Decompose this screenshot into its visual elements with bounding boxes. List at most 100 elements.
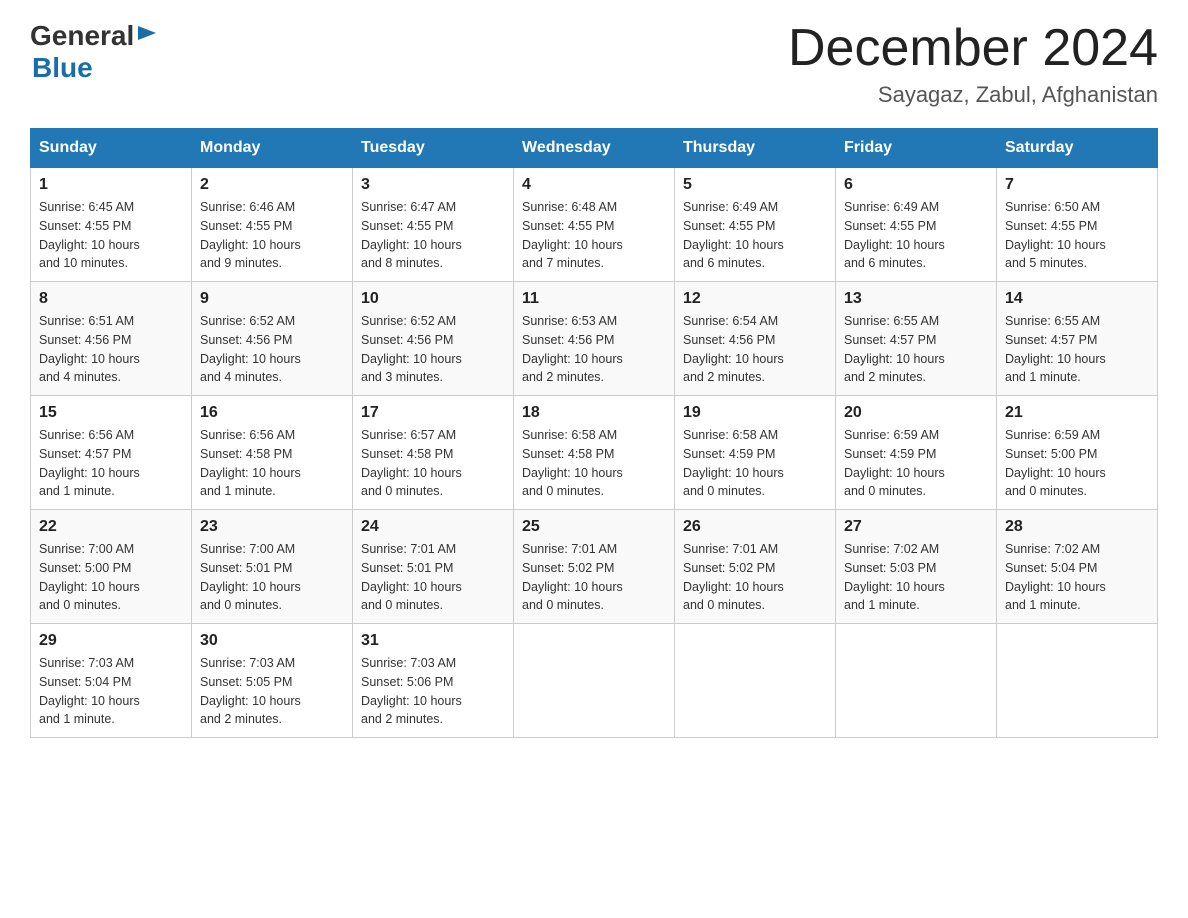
- table-row: 21 Sunrise: 6:59 AMSunset: 5:00 PMDaylig…: [997, 396, 1158, 510]
- day-number: 10: [361, 290, 505, 308]
- day-number: 29: [39, 632, 183, 650]
- location-subtitle: Sayagaz, Zabul, Afghanistan: [788, 82, 1158, 108]
- day-number: 5: [683, 176, 827, 194]
- day-number: 12: [683, 290, 827, 308]
- day-info: Sunrise: 6:56 AMSunset: 4:57 PMDaylight:…: [39, 428, 140, 498]
- day-info: Sunrise: 7:00 AMSunset: 5:00 PMDaylight:…: [39, 542, 140, 612]
- logo: General Blue: [30, 20, 158, 84]
- calendar-week-row: 15 Sunrise: 6:56 AMSunset: 4:57 PMDaylig…: [31, 396, 1158, 510]
- day-info: Sunrise: 7:03 AMSunset: 5:06 PMDaylight:…: [361, 656, 462, 726]
- day-number: 6: [844, 176, 988, 194]
- day-info: Sunrise: 7:03 AMSunset: 5:05 PMDaylight:…: [200, 656, 301, 726]
- day-info: Sunrise: 6:56 AMSunset: 4:58 PMDaylight:…: [200, 428, 301, 498]
- table-row: 28 Sunrise: 7:02 AMSunset: 5:04 PMDaylig…: [997, 510, 1158, 624]
- table-row: 20 Sunrise: 6:59 AMSunset: 4:59 PMDaylig…: [836, 396, 997, 510]
- table-row: 5 Sunrise: 6:49 AMSunset: 4:55 PMDayligh…: [675, 168, 836, 282]
- day-info: Sunrise: 6:49 AMSunset: 4:55 PMDaylight:…: [683, 200, 784, 270]
- table-row: 17 Sunrise: 6:57 AMSunset: 4:58 PMDaylig…: [353, 396, 514, 510]
- table-row: 12 Sunrise: 6:54 AMSunset: 4:56 PMDaylig…: [675, 282, 836, 396]
- title-block: December 2024 Sayagaz, Zabul, Afghanista…: [788, 20, 1158, 108]
- day-info: Sunrise: 6:54 AMSunset: 4:56 PMDaylight:…: [683, 314, 784, 384]
- page-header: General Blue December 2024 Sayagaz, Zabu…: [30, 20, 1158, 108]
- table-row: 18 Sunrise: 6:58 AMSunset: 4:58 PMDaylig…: [514, 396, 675, 510]
- day-info: Sunrise: 6:55 AMSunset: 4:57 PMDaylight:…: [1005, 314, 1106, 384]
- day-info: Sunrise: 7:02 AMSunset: 5:03 PMDaylight:…: [844, 542, 945, 612]
- day-info: Sunrise: 6:52 AMSunset: 4:56 PMDaylight:…: [361, 314, 462, 384]
- day-number: 3: [361, 176, 505, 194]
- day-info: Sunrise: 7:03 AMSunset: 5:04 PMDaylight:…: [39, 656, 140, 726]
- calendar-week-row: 8 Sunrise: 6:51 AMSunset: 4:56 PMDayligh…: [31, 282, 1158, 396]
- day-info: Sunrise: 6:55 AMSunset: 4:57 PMDaylight:…: [844, 314, 945, 384]
- table-row: 15 Sunrise: 6:56 AMSunset: 4:57 PMDaylig…: [31, 396, 192, 510]
- table-row: 29 Sunrise: 7:03 AMSunset: 5:04 PMDaylig…: [31, 624, 192, 738]
- table-row: 9 Sunrise: 6:52 AMSunset: 4:56 PMDayligh…: [192, 282, 353, 396]
- table-row: 22 Sunrise: 7:00 AMSunset: 5:00 PMDaylig…: [31, 510, 192, 624]
- day-number: 9: [200, 290, 344, 308]
- day-number: 7: [1005, 176, 1149, 194]
- day-number: 14: [1005, 290, 1149, 308]
- day-info: Sunrise: 6:59 AMSunset: 5:00 PMDaylight:…: [1005, 428, 1106, 498]
- day-number: 11: [522, 290, 666, 308]
- day-number: 2: [200, 176, 344, 194]
- table-row: 2 Sunrise: 6:46 AMSunset: 4:55 PMDayligh…: [192, 168, 353, 282]
- logo-general-text: General: [30, 20, 134, 52]
- day-info: Sunrise: 6:57 AMSunset: 4:58 PMDaylight:…: [361, 428, 462, 498]
- day-info: Sunrise: 6:58 AMSunset: 4:59 PMDaylight:…: [683, 428, 784, 498]
- table-row: 10 Sunrise: 6:52 AMSunset: 4:56 PMDaylig…: [353, 282, 514, 396]
- table-row: 23 Sunrise: 7:00 AMSunset: 5:01 PMDaylig…: [192, 510, 353, 624]
- day-number: 4: [522, 176, 666, 194]
- day-number: 20: [844, 404, 988, 422]
- logo-blue-text: Blue: [32, 52, 158, 84]
- col-wednesday: Wednesday: [514, 129, 675, 168]
- table-row: 27 Sunrise: 7:02 AMSunset: 5:03 PMDaylig…: [836, 510, 997, 624]
- day-number: 31: [361, 632, 505, 650]
- day-number: 26: [683, 518, 827, 536]
- col-friday: Friday: [836, 129, 997, 168]
- day-number: 25: [522, 518, 666, 536]
- day-number: 18: [522, 404, 666, 422]
- table-row: 25 Sunrise: 7:01 AMSunset: 5:02 PMDaylig…: [514, 510, 675, 624]
- table-row: [836, 624, 997, 738]
- day-info: Sunrise: 6:53 AMSunset: 4:56 PMDaylight:…: [522, 314, 623, 384]
- day-number: 13: [844, 290, 988, 308]
- calendar-week-row: 22 Sunrise: 7:00 AMSunset: 5:00 PMDaylig…: [31, 510, 1158, 624]
- table-row: 26 Sunrise: 7:01 AMSunset: 5:02 PMDaylig…: [675, 510, 836, 624]
- col-saturday: Saturday: [997, 129, 1158, 168]
- day-number: 1: [39, 176, 183, 194]
- day-info: Sunrise: 6:46 AMSunset: 4:55 PMDaylight:…: [200, 200, 301, 270]
- col-tuesday: Tuesday: [353, 129, 514, 168]
- table-row: 4 Sunrise: 6:48 AMSunset: 4:55 PMDayligh…: [514, 168, 675, 282]
- day-info: Sunrise: 7:01 AMSunset: 5:01 PMDaylight:…: [361, 542, 462, 612]
- table-row: 31 Sunrise: 7:03 AMSunset: 5:06 PMDaylig…: [353, 624, 514, 738]
- day-info: Sunrise: 6:49 AMSunset: 4:55 PMDaylight:…: [844, 200, 945, 270]
- table-row: [997, 624, 1158, 738]
- logo-arrow-icon: [136, 22, 158, 44]
- day-number: 28: [1005, 518, 1149, 536]
- day-number: 27: [844, 518, 988, 536]
- day-number: 16: [200, 404, 344, 422]
- calendar-header-row: Sunday Monday Tuesday Wednesday Thursday…: [31, 129, 1158, 168]
- table-row: [514, 624, 675, 738]
- day-info: Sunrise: 7:00 AMSunset: 5:01 PMDaylight:…: [200, 542, 301, 612]
- table-row: 3 Sunrise: 6:47 AMSunset: 4:55 PMDayligh…: [353, 168, 514, 282]
- day-info: Sunrise: 6:45 AMSunset: 4:55 PMDaylight:…: [39, 200, 140, 270]
- table-row: [675, 624, 836, 738]
- table-row: 16 Sunrise: 6:56 AMSunset: 4:58 PMDaylig…: [192, 396, 353, 510]
- day-info: Sunrise: 6:52 AMSunset: 4:56 PMDaylight:…: [200, 314, 301, 384]
- day-number: 15: [39, 404, 183, 422]
- day-number: 21: [1005, 404, 1149, 422]
- table-row: 6 Sunrise: 6:49 AMSunset: 4:55 PMDayligh…: [836, 168, 997, 282]
- day-info: Sunrise: 6:50 AMSunset: 4:55 PMDaylight:…: [1005, 200, 1106, 270]
- table-row: 13 Sunrise: 6:55 AMSunset: 4:57 PMDaylig…: [836, 282, 997, 396]
- table-row: 14 Sunrise: 6:55 AMSunset: 4:57 PMDaylig…: [997, 282, 1158, 396]
- day-number: 24: [361, 518, 505, 536]
- table-row: 11 Sunrise: 6:53 AMSunset: 4:56 PMDaylig…: [514, 282, 675, 396]
- day-number: 8: [39, 290, 183, 308]
- month-title: December 2024: [788, 20, 1158, 77]
- day-info: Sunrise: 6:59 AMSunset: 4:59 PMDaylight:…: [844, 428, 945, 498]
- day-number: 19: [683, 404, 827, 422]
- day-info: Sunrise: 6:48 AMSunset: 4:55 PMDaylight:…: [522, 200, 623, 270]
- col-thursday: Thursday: [675, 129, 836, 168]
- day-info: Sunrise: 6:51 AMSunset: 4:56 PMDaylight:…: [39, 314, 140, 384]
- calendar-week-row: 1 Sunrise: 6:45 AMSunset: 4:55 PMDayligh…: [31, 168, 1158, 282]
